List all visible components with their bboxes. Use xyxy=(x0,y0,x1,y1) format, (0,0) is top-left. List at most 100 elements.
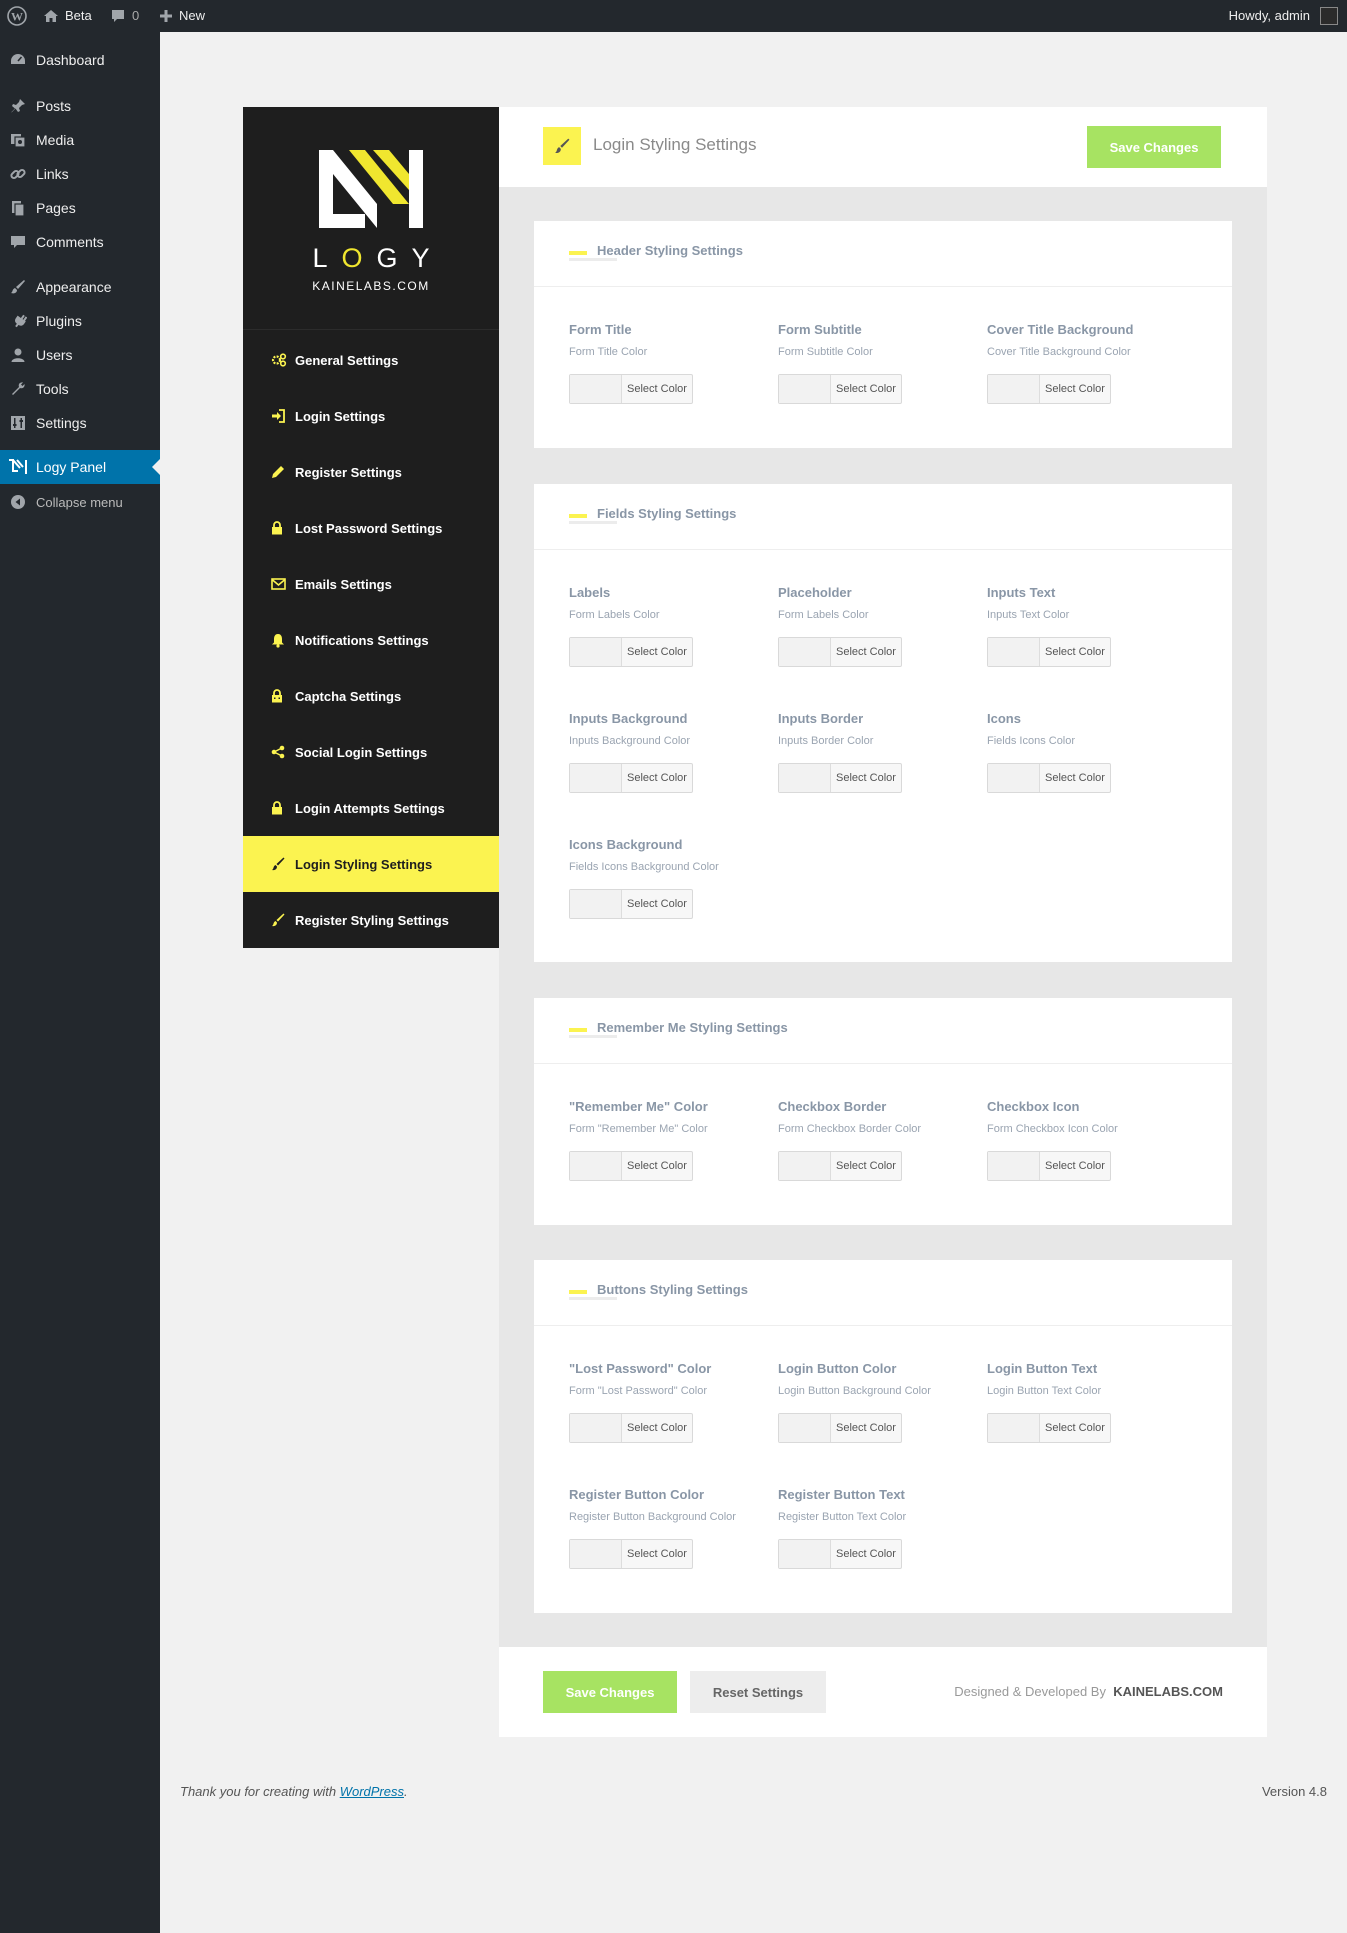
new-label: New xyxy=(179,8,206,23)
brush-icon xyxy=(243,857,295,871)
select-color-button[interactable]: Select Color xyxy=(569,889,693,919)
select-color-button[interactable]: Select Color xyxy=(987,374,1111,404)
nav-login-attempts-settings[interactable]: Login Attempts Settings xyxy=(243,780,499,836)
logo-area: LOGY KAINELABS.COM xyxy=(243,107,499,330)
color-swatch xyxy=(570,764,622,792)
field-labels: Labels Form Labels Color Select Color xyxy=(569,585,769,667)
field-icons-background: Icons Background Fields Icons Background… xyxy=(569,837,769,919)
sign-in-icon xyxy=(243,409,295,423)
wp-footer-thanks: Thank you for creating with WordPress. xyxy=(180,1784,408,1799)
user-icon xyxy=(0,346,36,364)
credit-brand-link[interactable]: KAINELABS.COM xyxy=(1113,1684,1223,1699)
field-placeholder: Placeholder Form Labels Color Select Col… xyxy=(778,585,978,667)
menu-item-logy-panel[interactable]: Logy Panel xyxy=(0,450,160,484)
select-color-button[interactable]: Select Color xyxy=(778,637,902,667)
logo-wordmark: LOGY xyxy=(312,243,444,273)
menu-item-plugins[interactable]: Plugins xyxy=(0,304,160,338)
plus-icon xyxy=(160,10,172,22)
section-title: Buttons Styling Settings xyxy=(597,1282,748,1297)
svg-text:W: W xyxy=(11,10,23,24)
select-color-button[interactable]: Select Color xyxy=(987,763,1111,793)
field-form-title: Form Title Form Title Color Select Color xyxy=(569,322,769,404)
save-changes-button-top[interactable]: Save Changes xyxy=(1087,126,1221,168)
select-color-button[interactable]: Select Color xyxy=(778,374,902,404)
collapse-menu-button[interactable]: Collapse menu xyxy=(0,485,160,519)
field-inputs-border: Inputs Border Inputs Border Color Select… xyxy=(778,711,978,793)
select-color-button[interactable]: Select Color xyxy=(569,763,693,793)
logy-panel: LOGY KAINELABS.COM General Settings Logi… xyxy=(243,107,1267,1737)
color-swatch xyxy=(779,638,831,666)
site-name: Beta xyxy=(65,8,92,23)
panel-content: Login Styling Settings Save Changes Head… xyxy=(499,107,1267,1737)
site-name-link[interactable]: Beta xyxy=(43,0,92,32)
menu-item-links[interactable]: Links xyxy=(0,157,160,191)
nav-register-settings[interactable]: Register Settings xyxy=(243,444,499,500)
menu-item-tools[interactable]: Tools xyxy=(0,372,160,406)
section-header-styling: Header Styling Settings Form Title Form … xyxy=(534,221,1232,448)
wordpress-link[interactable]: WordPress xyxy=(340,1784,404,1799)
section-title: Header Styling Settings xyxy=(597,243,743,258)
nav-social-login-settings[interactable]: Social Login Settings xyxy=(243,724,499,780)
menu-item-pages[interactable]: Pages xyxy=(0,191,160,225)
menu-item-media[interactable]: Media xyxy=(0,123,160,157)
menu-item-comments[interactable]: Comments xyxy=(0,225,160,259)
nav-emails-settings[interactable]: Emails Settings xyxy=(243,556,499,612)
color-swatch xyxy=(988,764,1040,792)
select-color-button[interactable]: Select Color xyxy=(987,637,1111,667)
color-swatch xyxy=(570,638,622,666)
new-content-link[interactable]: New xyxy=(159,0,205,32)
panel-footer: Save Changes Reset Settings Designed & D… xyxy=(499,1647,1267,1737)
color-swatch xyxy=(779,1414,831,1442)
nav-captcha-settings[interactable]: Captcha Settings xyxy=(243,668,499,724)
select-color-button[interactable]: Select Color xyxy=(987,1413,1111,1443)
nav-lost-password-settings[interactable]: Lost Password Settings xyxy=(243,500,499,556)
comments-link[interactable]: 0 xyxy=(110,0,139,32)
wordpress-logo-icon[interactable]: W xyxy=(7,0,27,32)
panel-sidebar: LOGY KAINELABS.COM General Settings Logi… xyxy=(243,107,499,948)
logy-logo-icon xyxy=(319,150,423,228)
section-remember-me-styling: Remember Me Styling Settings "Remember M… xyxy=(534,998,1232,1225)
menu-item-settings[interactable]: Settings xyxy=(0,406,160,440)
select-color-button[interactable]: Select Color xyxy=(569,1151,693,1181)
select-color-button[interactable]: Select Color xyxy=(778,1413,902,1443)
menu-item-appearance[interactable]: Appearance xyxy=(0,270,160,304)
field-form-subtitle: Form Subtitle Form Subtitle Color Select… xyxy=(778,322,978,404)
field-inputs-background: Inputs Background Inputs Background Colo… xyxy=(569,711,769,793)
nav-register-styling-settings[interactable]: Register Styling Settings xyxy=(243,892,499,948)
color-swatch xyxy=(779,764,831,792)
menu-item-posts[interactable]: Posts xyxy=(0,89,160,123)
comment-icon xyxy=(112,10,124,22)
nav-login-styling-settings[interactable]: Login Styling Settings xyxy=(243,836,499,892)
nav-notifications-settings[interactable]: Notifications Settings xyxy=(243,612,499,668)
save-changes-button-bottom[interactable]: Save Changes xyxy=(543,1671,677,1713)
menu-item-users[interactable]: Users xyxy=(0,338,160,372)
my-account-link[interactable]: Howdy, admin xyxy=(1229,0,1338,32)
media-icon xyxy=(0,131,36,149)
select-color-button[interactable]: Select Color xyxy=(569,1413,693,1443)
field-checkbox-icon: Checkbox Icon Form Checkbox Icon Color S… xyxy=(987,1099,1187,1181)
reset-settings-button[interactable]: Reset Settings xyxy=(690,1671,826,1713)
select-color-button[interactable]: Select Color xyxy=(778,763,902,793)
select-color-button[interactable]: Select Color xyxy=(569,1539,693,1569)
select-color-button[interactable]: Select Color xyxy=(569,637,693,667)
color-swatch xyxy=(570,1414,622,1442)
comments-count: 0 xyxy=(132,8,140,23)
color-swatch xyxy=(570,890,622,918)
logy-icon xyxy=(0,459,36,475)
field-inputs-text: Inputs Text Inputs Text Color Select Col… xyxy=(987,585,1187,667)
field-register-button-text: Register Button Text Register Button Tex… xyxy=(778,1487,978,1569)
lock-icon xyxy=(243,521,295,535)
select-color-button[interactable]: Select Color xyxy=(987,1151,1111,1181)
field-lost-password-color: "Lost Password" Color Form "Lost Passwor… xyxy=(569,1361,769,1443)
menu-item-dashboard[interactable]: Dashboard xyxy=(0,43,160,77)
brush-icon xyxy=(543,127,581,165)
select-color-button[interactable]: Select Color xyxy=(778,1539,902,1569)
captcha-lock-icon xyxy=(243,689,295,703)
wp-version: Version 4.8 xyxy=(1261,1784,1327,1799)
field-cover-title-background: Cover Title Background Cover Title Backg… xyxy=(987,322,1187,404)
select-color-button[interactable]: Select Color xyxy=(569,374,693,404)
nav-general-settings[interactable]: General Settings xyxy=(243,332,499,388)
nav-login-settings[interactable]: Login Settings xyxy=(243,388,499,444)
greeting: Howdy, admin xyxy=(1228,8,1310,23)
select-color-button[interactable]: Select Color xyxy=(778,1151,902,1181)
